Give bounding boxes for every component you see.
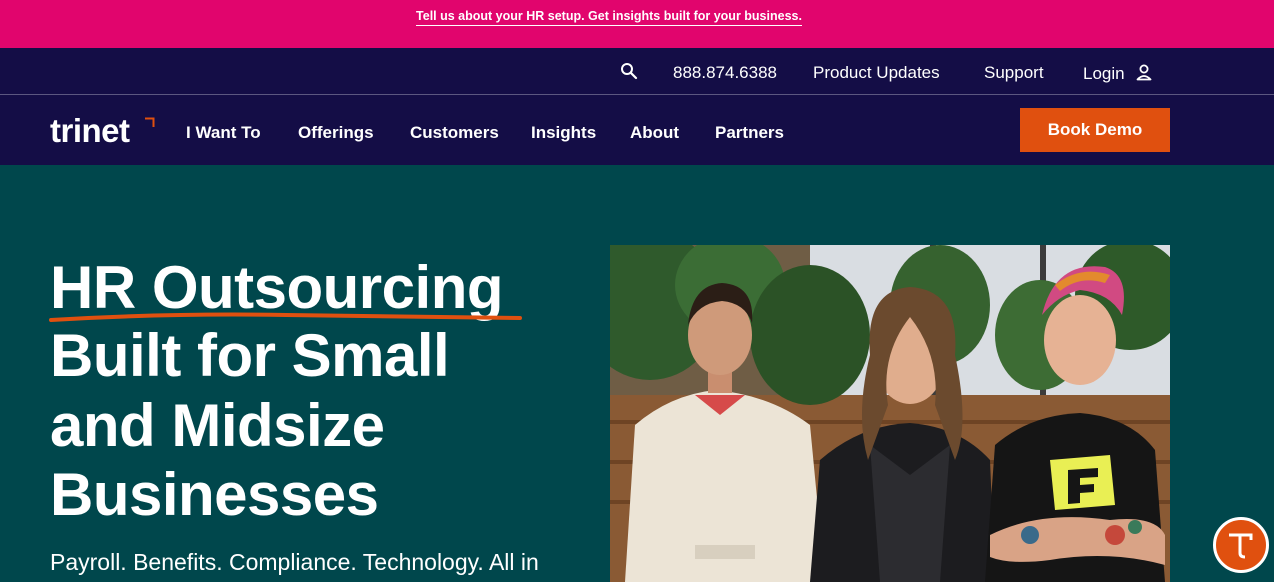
- search-icon[interactable]: [620, 62, 638, 80]
- nav-customers[interactable]: Customers: [410, 123, 499, 143]
- book-demo-button[interactable]: Book Demo: [1020, 108, 1170, 152]
- promo-banner: Tell us about your HR setup. Get insight…: [0, 0, 1274, 48]
- hero-headline-line-4: Businesses: [50, 461, 379, 528]
- hero-headline-line-3: and Midsize: [50, 392, 385, 459]
- nav-offerings[interactable]: Offerings: [298, 123, 374, 143]
- logo-corner-mark: [145, 117, 155, 127]
- main-nav: trinet I Want To Offerings Customers Ins…: [0, 95, 1274, 165]
- hero-subheadline: Payroll. Benefits. Compliance. Technolog…: [50, 549, 539, 575]
- nav-partners[interactable]: Partners: [715, 123, 784, 143]
- chat-widget-button[interactable]: [1213, 517, 1269, 573]
- hero-headline-line-2: Built for Small: [50, 322, 450, 389]
- chat-icon: [1229, 533, 1253, 559]
- phone-link[interactable]: 888.874.6388: [673, 63, 777, 83]
- nav-i-want-to[interactable]: I Want To: [186, 123, 261, 143]
- trinet-logo[interactable]: trinet: [50, 113, 130, 149]
- nav-about[interactable]: About: [630, 123, 679, 143]
- promo-link[interactable]: Tell us about your HR setup. Get insight…: [0, 9, 1218, 26]
- login-label: Login: [1083, 64, 1125, 83]
- hero-photo: [610, 245, 1170, 582]
- login-link[interactable]: Login: [1083, 63, 1153, 84]
- product-updates-link[interactable]: Product Updates: [813, 63, 940, 83]
- nav-insights[interactable]: Insights: [531, 123, 596, 143]
- support-link[interactable]: Support: [984, 63, 1044, 83]
- user-icon: [1136, 64, 1152, 81]
